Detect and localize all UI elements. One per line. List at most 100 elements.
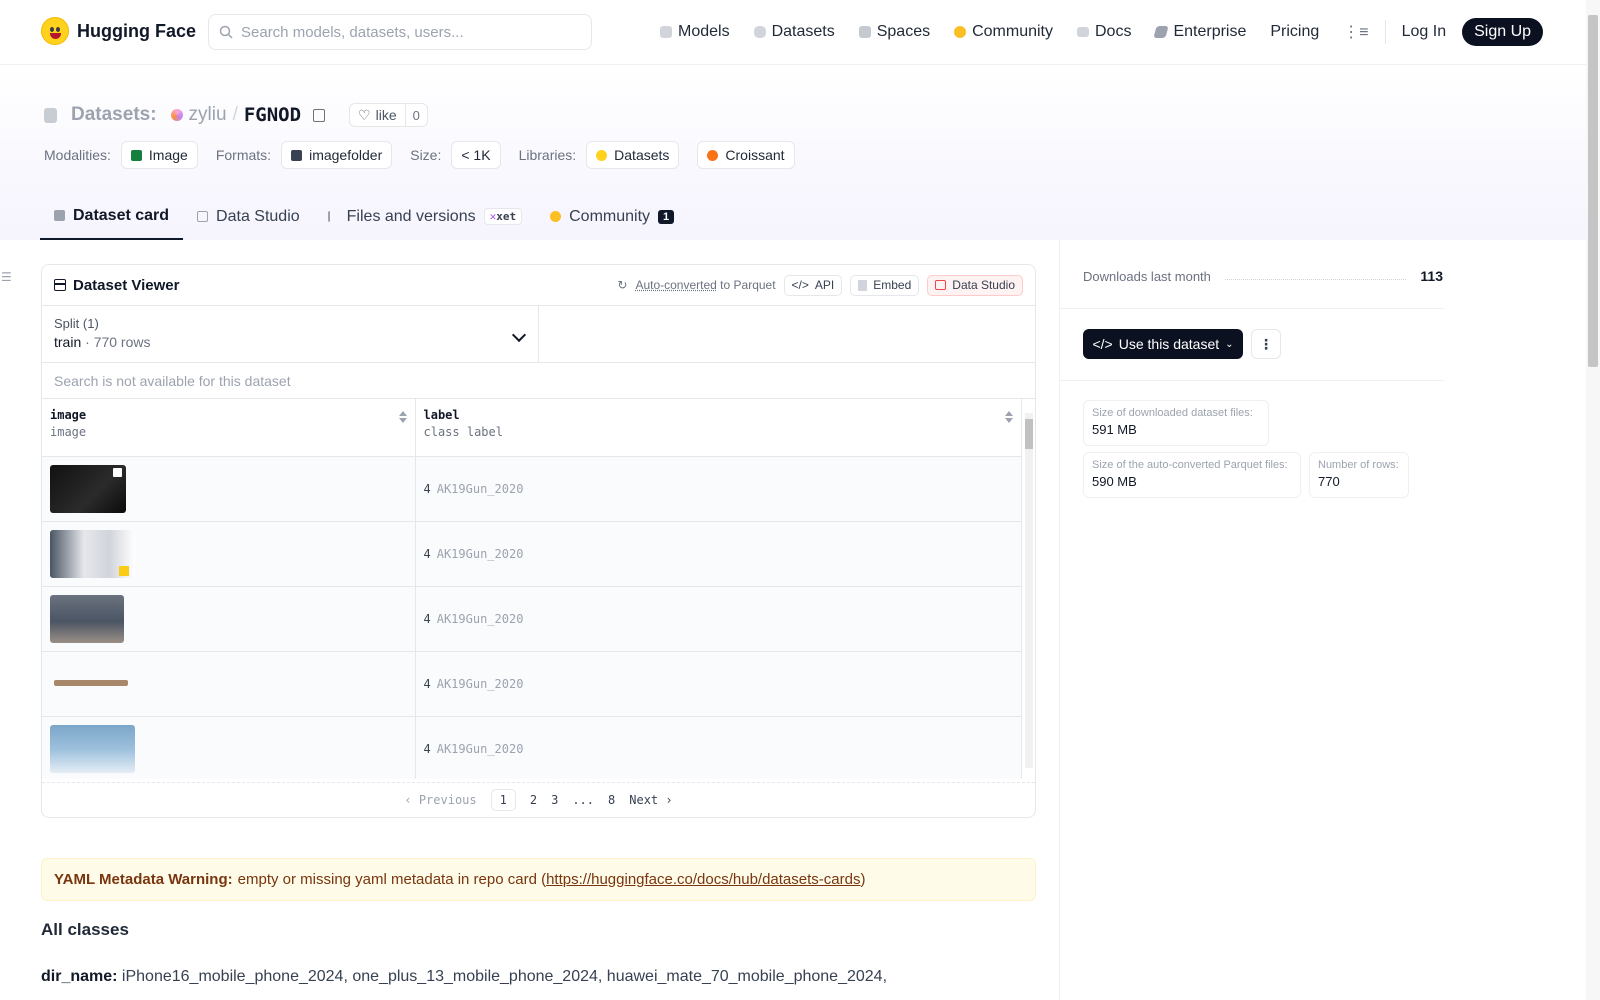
table-header-row: image image label class label — [42, 399, 1022, 457]
repo-name[interactable]: FGNOD — [244, 104, 301, 126]
nav-spaces[interactable]: Spaces — [858, 18, 931, 46]
label-cell: 4 AK19Gun_2020 — [415, 521, 1022, 587]
column-header-image[interactable]: image image — [42, 399, 416, 457]
nav-label: Spaces — [876, 23, 931, 40]
label-number: 4 — [423, 481, 431, 496]
page-scrollbar[interactable] — [1586, 0, 1600, 1000]
image-thumbnail[interactable] — [50, 464, 126, 513]
tag-modality-image[interactable]: Image — [120, 141, 198, 169]
label-class: AK19Gun_2020 — [436, 546, 524, 561]
search-box[interactable] — [208, 14, 592, 50]
nav-enterprise[interactable]: Enterprise — [1153, 18, 1247, 46]
search-icon — [219, 25, 233, 39]
to-parquet-text: to Parquet — [720, 278, 776, 292]
next-page-button[interactable]: Next › — [629, 793, 672, 807]
nav-label: Datasets — [771, 23, 835, 40]
libraries-key: Libraries: — [518, 147, 577, 163]
table-row[interactable]: 4 AK19Gun_2020 — [42, 651, 1022, 717]
nav-datasets[interactable]: Datasets — [753, 18, 835, 46]
owner-avatar[interactable] — [170, 109, 183, 121]
pagination: ‹ Previous 1 2 3 ... 8 Next › — [42, 782, 1035, 817]
table-row[interactable]: 4 AK19Gun_2020 — [42, 716, 1022, 779]
copy-icon[interactable] — [313, 108, 326, 122]
nav-community[interactable]: Community — [954, 18, 1053, 46]
split-label: Split (1) — [54, 316, 99, 331]
tag-library-datasets[interactable]: Datasets — [586, 141, 680, 169]
page-scrollbar-thumb[interactable] — [1588, 15, 1598, 367]
table-scrollbar[interactable] — [1023, 407, 1033, 777]
like-button[interactable]: ♡ like 0 — [349, 103, 428, 127]
split-selector[interactable]: Split (1) train · 770 rows — [42, 306, 539, 362]
tab-data-studio[interactable]: Data Studio — [183, 193, 314, 240]
dir-name-key: dir_name: — [41, 968, 118, 985]
warning-close-paren: ) — [860, 871, 866, 888]
tab-dataset-card[interactable]: Dataset card — [40, 193, 184, 240]
tag-library-croissant[interactable]: Croissant — [697, 141, 795, 169]
image-cell — [42, 716, 416, 779]
datasets-cards-link[interactable]: https://huggingface.co/docs/hub/datasets… — [546, 871, 860, 888]
image-thumbnail[interactable] — [50, 724, 135, 773]
nav-label: Models — [678, 23, 730, 40]
more-menu-icon[interactable]: ⋮≡ — [1343, 22, 1368, 42]
page-8[interactable]: 8 — [608, 793, 615, 807]
stat-download-size: Size of downloaded dataset files: 591 MB — [1083, 400, 1269, 446]
api-button[interactable]: </> API — [783, 274, 843, 296]
like-label: like — [375, 107, 397, 123]
stat-value: 590 MB — [1092, 474, 1137, 489]
embed-button[interactable]: Embed — [850, 274, 920, 296]
nav-pricing[interactable]: Pricing — [1270, 18, 1319, 46]
label-cell: 4 AK19Gun_2020 — [415, 716, 1022, 779]
auto-converted-link[interactable]: Auto-converted — [635, 278, 716, 292]
data-studio-button[interactable]: Data Studio — [927, 274, 1023, 296]
split-rows: 770 rows — [93, 334, 151, 350]
more-options-button[interactable]: ⋮ — [1251, 329, 1281, 359]
search-input[interactable] — [241, 23, 561, 41]
stat-value: 770 — [1318, 474, 1340, 489]
tab-label: Dataset card — [73, 206, 170, 224]
sidebar-separator — [1059, 308, 1444, 309]
hf-logo[interactable]: Hugging Face — [41, 17, 196, 45]
stat-parquet-size: Size of the auto-converted Parquet files… — [1083, 452, 1301, 498]
tag-size[interactable]: < 1K — [451, 141, 501, 169]
previous-page-button[interactable]: ‹ Previous — [404, 793, 476, 807]
repo-owner[interactable]: zyliu — [189, 104, 227, 126]
image-thumbnail[interactable] — [50, 594, 124, 643]
community-icon — [954, 26, 967, 38]
like-count: 0 — [412, 107, 420, 123]
page-2[interactable]: 2 — [530, 793, 537, 807]
database-icon — [44, 107, 57, 123]
dir-name-values: iPhone16_mobile_phone_2024, one_plus_13_… — [121, 968, 888, 985]
signup-button[interactable]: Sign Up — [1462, 18, 1544, 46]
xet-label: xet — [496, 210, 517, 223]
page-3[interactable]: 3 — [551, 793, 558, 807]
dataset-viewer: Dataset Viewer ↻ Auto-converted to Parqu… — [41, 264, 1036, 818]
warning-text: empty or missing yaml metadata in repo c… — [237, 871, 547, 888]
sort-icon[interactable] — [1005, 411, 1013, 423]
column-header-label[interactable]: label class label — [415, 399, 1022, 457]
sidebar-toggle-icon[interactable]: ☰ — [1, 270, 12, 284]
tab-files-and-versions[interactable]: Files and versions ✕xet — [314, 193, 536, 240]
stat-row-count: Number of rows: 770 — [1309, 452, 1409, 498]
nav-label: Enterprise — [1173, 23, 1247, 40]
tab-community[interactable]: Community 1 — [536, 193, 688, 240]
label-number: 4 — [423, 676, 431, 691]
use-this-dataset-button[interactable]: </> Use this dataset ⌄ — [1083, 329, 1243, 359]
table-row[interactable]: 4 AK19Gun_2020 — [42, 586, 1022, 652]
image-thumbnail[interactable] — [50, 529, 135, 578]
nav-docs[interactable]: Docs — [1077, 18, 1131, 46]
split-value: train · 770 rows — [54, 334, 526, 350]
table-row[interactable]: 4 AK19Gun_2020 — [42, 521, 1022, 587]
nav-divider — [1384, 20, 1386, 44]
page-1[interactable]: 1 — [490, 789, 516, 811]
nav-models[interactable]: Models — [660, 18, 730, 46]
image-thumbnail[interactable] — [50, 660, 132, 708]
nav-label: Pricing — [1270, 23, 1320, 40]
tag-format-imagefolder[interactable]: imagefolder — [281, 141, 393, 169]
login-link[interactable]: Log In — [1402, 23, 1446, 41]
nav-label: Docs — [1095, 23, 1132, 40]
table-row[interactable]: 4 AK19Gun_2020 — [42, 456, 1022, 522]
sort-icon[interactable] — [399, 411, 407, 423]
cube-icon — [660, 26, 672, 38]
repo-type-label[interactable]: Datasets: — [71, 104, 157, 126]
sidebar-separator — [1059, 380, 1444, 381]
